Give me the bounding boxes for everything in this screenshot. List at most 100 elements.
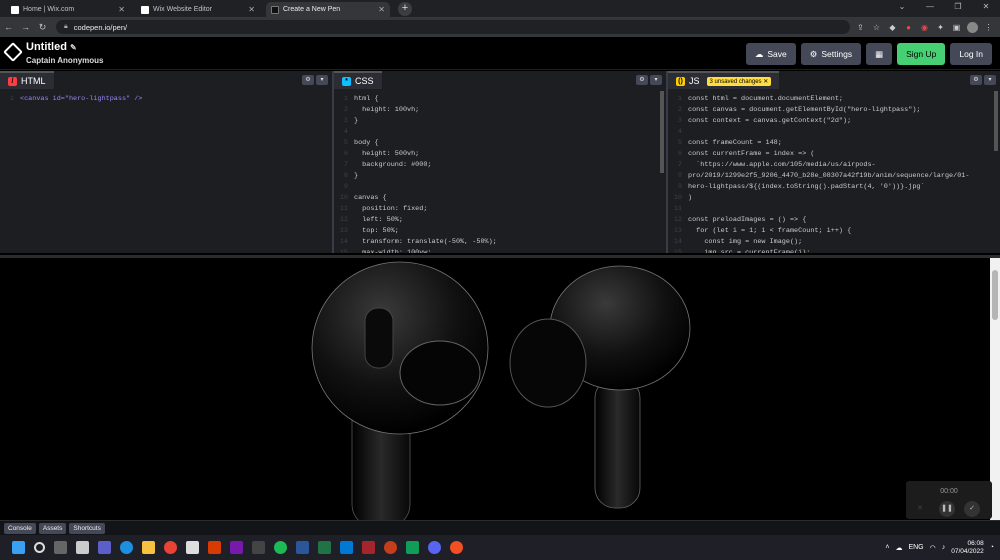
sidebar-icon[interactable]: ▣ [951, 22, 962, 33]
chevron-down-icon[interactable]: ▾ [316, 75, 328, 85]
browser-tab-wix-home[interactable]: Home | Wix.com ✕ [6, 2, 130, 17]
css-scrollbar[interactable] [660, 91, 664, 173]
code-line: 9 hero-lightpass/${(index.toString().padS… [668, 182, 1000, 193]
lang-indicator[interactable]: ENG [908, 544, 923, 551]
window-controls: ⌄ — ❐ ✕ [888, 0, 1000, 14]
menu-kebab-icon[interactable]: ⋮ [983, 22, 994, 33]
browser-tab-wix-editor[interactable]: Wix Website Editor ✕ [136, 2, 260, 17]
code-text: height: 500vh; [354, 150, 420, 158]
js-scrollbar[interactable] [994, 91, 998, 151]
close-tab-icon[interactable]: ✕ [378, 5, 385, 14]
address-bar[interactable]: 🔒︎ codepen.io/pen/ [56, 20, 850, 34]
puzzle-extension-icon[interactable]: ✦ [935, 22, 946, 33]
pencil-icon[interactable]: ✎ [70, 43, 77, 52]
pen-author: Captain Anonymous [26, 56, 104, 65]
word-icon[interactable] [296, 541, 309, 554]
extensions-area: ⇪ ☆ ◆ ● ◉ ✦ ▣ ⋮ [855, 19, 994, 35]
tab-label: Wix Website Editor [153, 6, 212, 13]
maximize-icon[interactable]: ❐ [944, 0, 972, 14]
mail-icon[interactable] [340, 541, 353, 554]
code-text: <canvas id="hero-lightpass" /> [20, 95, 143, 103]
profile-avatar[interactable] [967, 21, 978, 33]
bookmark-star-icon[interactable]: ☆ [871, 22, 882, 33]
close-tab-icon[interactable]: ✕ [118, 5, 125, 14]
layout-button[interactable]: ▦ [866, 43, 893, 65]
widgets-icon[interactable] [76, 541, 89, 554]
code-line: 10 canvas { [334, 193, 666, 204]
windows-start-icon[interactable] [12, 541, 25, 554]
close-tab-icon[interactable]: ✕ [248, 5, 255, 14]
excel-icon[interactable] [318, 541, 331, 554]
check-icon[interactable]: ✓ [964, 501, 980, 517]
notification-icon[interactable]: ◔ [990, 544, 994, 551]
search-icon[interactable] [34, 542, 45, 553]
chevron-down-icon[interactable]: ▾ [650, 75, 662, 85]
editor-panes: / HTML ⚙ ▾ 1 <canvas id="hero-lightpass" … [0, 71, 1000, 253]
js-code-editor[interactable]: 1 const html = document.documentElement; 2… [668, 91, 1000, 253]
chrome-icon[interactable] [164, 541, 177, 554]
sheets-icon[interactable] [406, 541, 419, 554]
assets-button[interactable]: Assets [38, 522, 67, 534]
line-number: 3 [677, 117, 682, 125]
red-extension-icon[interactable]: ● [903, 22, 914, 33]
spotify-icon[interactable] [274, 541, 287, 554]
close-window-icon[interactable]: ✕ [972, 0, 1000, 14]
onenote-icon[interactable] [230, 541, 243, 554]
login-label: Log In [959, 49, 983, 59]
settings-button[interactable]: ⚙ Settings [800, 43, 862, 65]
signup-button[interactable]: Sign Up [897, 43, 946, 65]
file-explorer-icon[interactable] [142, 541, 155, 554]
chevron-up-icon[interactable]: ˄ [885, 544, 889, 551]
app-icon[interactable] [450, 541, 463, 554]
access-icon[interactable] [362, 541, 375, 554]
back-icon[interactable]: ← [0, 22, 17, 32]
teams-icon[interactable] [98, 541, 111, 554]
chevron-down-icon[interactable]: ⌄ [888, 0, 916, 14]
store-icon[interactable] [186, 541, 199, 554]
css-tab[interactable]: * CSS [334, 71, 382, 89]
shield-extension-icon[interactable]: ◆ [887, 22, 898, 33]
pause-icon[interactable]: ❚❚ [939, 501, 955, 517]
browser-tab-codepen[interactable]: Create a New Pen ✕ [266, 2, 390, 17]
volume-icon[interactable]: ♪ [942, 544, 946, 551]
preview-pane[interactable] [0, 255, 1000, 520]
console-button[interactable]: Console [4, 522, 36, 534]
css-code-editor[interactable]: 1 html {2 height: 100vh; 3} 4 5 body {6 heigh… [334, 91, 666, 253]
gear-icon[interactable]: ⚙ [302, 75, 314, 85]
office-icon[interactable] [208, 541, 221, 554]
line-number: 8 [677, 172, 682, 180]
close-icon[interactable]: ✕ [912, 501, 928, 517]
save-button[interactable]: ☁ Save [745, 43, 796, 65]
code-line: 15 max-width: 100vw; [334, 248, 666, 253]
js-tab[interactable]: () JS 3 unsaved changes ✕ [668, 71, 780, 89]
gear-icon[interactable]: ⚙ [970, 75, 982, 85]
login-button[interactable]: Log In [950, 43, 992, 65]
code-line: 2 const canvas = document.getElementById(… [668, 105, 1000, 116]
pen-title[interactable]: Untitled ✎ [26, 41, 77, 53]
share-icon[interactable]: ⇪ [855, 22, 866, 33]
gear-icon[interactable]: ⚙ [636, 75, 648, 85]
codepen-logo-icon[interactable] [3, 42, 23, 62]
record-extension-icon[interactable]: ◉ [919, 22, 930, 33]
new-tab-icon[interactable]: + [398, 2, 412, 16]
terminal-icon[interactable] [252, 541, 265, 554]
wifi-icon[interactable]: ◠ [930, 544, 936, 552]
minimize-icon[interactable]: — [916, 0, 944, 14]
cloud-icon[interactable]: ☁ [895, 544, 902, 552]
powerpoint-icon[interactable] [384, 541, 397, 554]
preview-scrollbar[interactable] [990, 258, 1000, 520]
forward-icon[interactable]: → [17, 22, 34, 32]
clock[interactable]: 06:08 07/04/2022 [951, 540, 984, 556]
shortcuts-button[interactable]: Shortcuts [69, 522, 105, 534]
reload-icon[interactable]: ↻ [34, 22, 51, 33]
code-line: 6 const currentFrame = index => ( [668, 149, 1000, 160]
edge-icon[interactable] [120, 541, 133, 554]
html-tab[interactable]: / HTML [0, 71, 54, 89]
chevron-down-icon[interactable]: ▾ [984, 75, 996, 85]
unsaved-changes-badge[interactable]: 3 unsaved changes ✕ [706, 76, 772, 86]
discord-icon[interactable] [428, 541, 441, 554]
lock-icon: 🔒︎ [64, 23, 68, 30]
task-view-icon[interactable] [54, 541, 67, 554]
html-code-editor[interactable]: 1 <canvas id="hero-lightpass" /> [0, 91, 332, 253]
scrollbar-thumb[interactable] [992, 270, 998, 320]
